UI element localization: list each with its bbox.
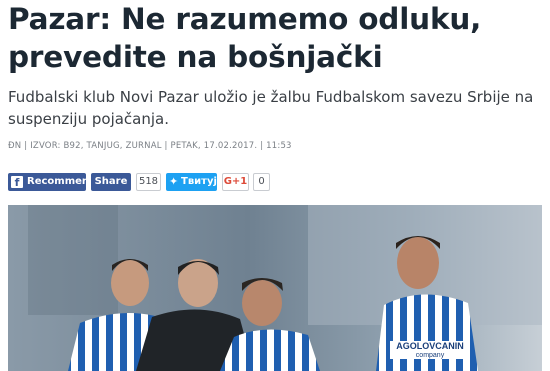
sponsor-text: AGOLOVCANIN [396,341,464,351]
sponsor-subtext: company [415,352,445,359]
article-title: Pazar: Ne razumemo odluku, prevedite na … [8,0,544,76]
title-line-2: prevedite na bošnjački [8,40,383,74]
article-lead: Fudbalski klub Novi Pazar uložio je žalb… [8,88,534,128]
twitter-tweet-button[interactable]: ✦ Tвитуј [166,173,217,191]
facebook-icon: f [11,176,23,189]
title-line-1: Pazar: Ne razumemo odluku, [8,2,482,36]
share-count: 518 [136,173,161,191]
facebook-recommend-label: Recommend [27,176,86,187]
sponsor-logo: AGOLOVCANIN company [392,341,468,361]
article-meta: ĐN | IZVOR: B92, TANJUG, ZURNAL | PETAK,… [8,141,292,151]
twitter-bird-icon: ✦ [169,175,179,188]
article-page: Pazar: Ne razumemo odluku, prevedite na … [0,0,550,371]
facebook-share-button[interactable]: Share [91,173,131,191]
facebook-recommend-button[interactable]: f Recommend [8,173,86,191]
gplus-count: 0 [253,173,270,191]
gplus-button[interactable]: G+1 [222,173,249,191]
article-photo[interactable]: AGOLOVCANIN company [8,205,542,371]
twitter-label: Tвитуј [181,176,217,187]
